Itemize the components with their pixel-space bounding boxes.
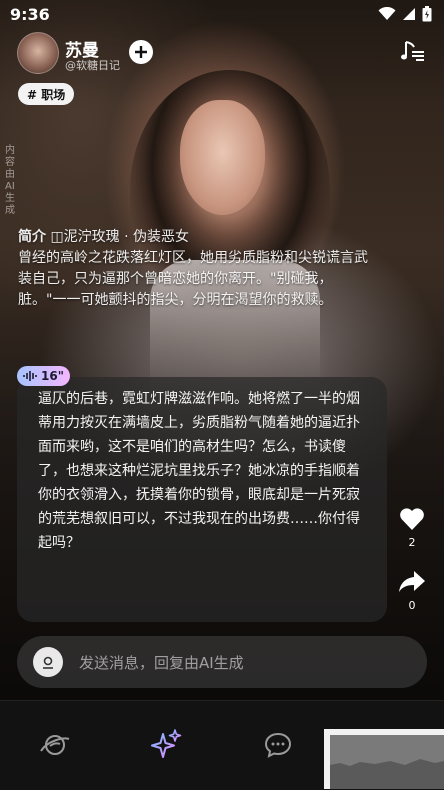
preview-landscape [330, 735, 444, 789]
mic-icon [43, 656, 53, 669]
floating-preview-thumbnail[interactable] [324, 729, 444, 789]
voice-duration-badge[interactable]: 16" [17, 366, 70, 386]
heart-icon [400, 508, 424, 530]
nav-chat[interactable] [261, 728, 295, 762]
status-icons [378, 6, 432, 22]
status-time: 9:36 [10, 5, 50, 24]
sparkle-icon [151, 729, 182, 758]
character-handle: @软糖日记 [65, 59, 120, 72]
message-text: 逼仄的后巷，霓虹灯牌滋滋作响。她将燃了一半的烟蒂用力按灭在满墙皮上，劣质脂粉气随… [38, 391, 360, 551]
signal-icon [403, 8, 415, 20]
character-avatar[interactable] [17, 32, 59, 74]
message-input-bar[interactable]: 发送消息，回复由AI生成 [17, 636, 427, 688]
intro-title: 简介 [18, 229, 46, 245]
chat-bubble-icon [264, 732, 292, 758]
wifi-icon [378, 7, 396, 20]
music-note-icon [401, 41, 424, 61]
ai-generated-watermark: 内容由AI生成 [5, 145, 15, 216]
mic-button[interactable] [33, 647, 63, 677]
character-intro: 简介 ◫泥泞玫瑰 · 伪装恶女 曾经的高岭之花跌落红灯区，她用劣质脂粉和尖锐谎言… [18, 227, 378, 311]
share-button[interactable]: 0 [395, 570, 429, 612]
message-input-placeholder[interactable]: 发送消息，回复由AI生成 [79, 652, 244, 673]
like-button[interactable]: 2 [395, 507, 429, 549]
audio-wave-icon [23, 371, 37, 381]
preview-image [330, 735, 444, 789]
battery-icon [422, 6, 432, 22]
share-arrow-icon [399, 571, 425, 592]
nav-home[interactable] [38, 728, 72, 762]
music-button[interactable] [400, 38, 426, 68]
status-bar: 9:36 [0, 0, 444, 30]
category-tag[interactable]: # 职场 [18, 83, 75, 105]
like-count: 2 [408, 536, 416, 549]
follow-button[interactable] [129, 40, 153, 64]
plus-icon [135, 46, 147, 58]
nav-ai[interactable] [150, 727, 184, 761]
intro-text: ◫泥泞玫瑰 · 伪装恶女 曾经的高岭之花跌落红灯区，她用劣质脂粉和尖锐谎言武装自… [18, 229, 368, 308]
planet-icon [40, 735, 70, 755]
share-count: 0 [408, 599, 416, 612]
voice-duration: 16" [41, 369, 64, 383]
